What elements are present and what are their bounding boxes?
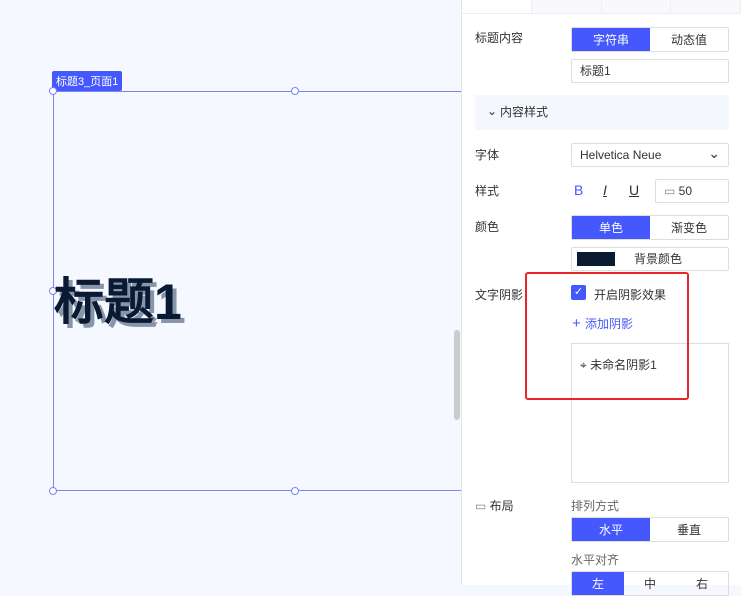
- align-label: 水平对齐: [571, 553, 620, 567]
- bg-color-picker[interactable]: 背景颜色: [571, 247, 729, 271]
- title-text[interactable]: 标题1: [54, 262, 182, 334]
- bold-button[interactable]: B: [574, 182, 583, 198]
- solid-option[interactable]: 单色: [572, 216, 650, 239]
- dynamic-option[interactable]: 动态值: [650, 28, 728, 51]
- align-right[interactable]: 右: [676, 572, 728, 595]
- align-toggle: 左 中 右: [571, 571, 729, 596]
- content-type-toggle: 字符串 动态值: [571, 27, 729, 52]
- color-label: 颜色: [475, 220, 500, 234]
- content-style-section[interactable]: ⌄ 内容样式: [475, 95, 729, 130]
- font-label: 字体: [475, 148, 500, 162]
- title-content-label: 标题内容: [475, 31, 524, 45]
- resize-handle[interactable]: [291, 487, 299, 495]
- font-value: Helvetica Neue: [580, 148, 662, 162]
- color-type-toggle: 单色 渐变色: [571, 215, 729, 240]
- bg-color-label: 背景颜色: [634, 252, 683, 266]
- align-left[interactable]: 左: [572, 572, 624, 595]
- chevron-down-icon: ⌄: [487, 104, 498, 118]
- tab[interactable]: [462, 0, 532, 13]
- font-select[interactable]: Helvetica Neue ⌄: [571, 143, 729, 167]
- monitor-icon: ▭: [475, 499, 490, 513]
- panel-tabs: [462, 0, 741, 14]
- vertical-option[interactable]: 垂直: [650, 518, 728, 541]
- shadow-label: 文字阴影: [475, 288, 524, 302]
- font-size-input[interactable]: ▭ 50: [655, 179, 729, 203]
- underline-button[interactable]: U: [629, 182, 639, 198]
- title-input[interactable]: 标题1: [571, 59, 729, 83]
- tab[interactable]: [671, 0, 741, 13]
- chevron-down-icon: ⌄: [708, 145, 720, 161]
- resize-handle[interactable]: [49, 487, 57, 495]
- section-title: 内容样式: [500, 105, 549, 119]
- scrollbar[interactable]: [454, 330, 460, 420]
- color-swatch: [577, 252, 615, 266]
- string-option[interactable]: 字符串: [572, 28, 650, 51]
- resize-handle[interactable]: [291, 87, 299, 95]
- layout-label: ▭ 布局: [475, 497, 514, 514]
- arrange-label: 排列方式: [571, 499, 620, 513]
- horizontal-option[interactable]: 水平: [572, 518, 650, 541]
- canvas: 标题3_页面1 标题1: [0, 0, 473, 585]
- resize-handle[interactable]: [49, 87, 57, 95]
- tab[interactable]: [531, 0, 602, 13]
- highlight-box: [525, 272, 689, 400]
- font-size-value: 50: [678, 184, 693, 198]
- component-tag[interactable]: 标题3_页面1: [52, 71, 123, 91]
- italic-button[interactable]: I: [603, 182, 607, 198]
- monitor-icon: ▭: [664, 184, 679, 198]
- arrange-toggle: 水平 垂直: [571, 517, 729, 542]
- gradient-option[interactable]: 渐变色: [650, 216, 728, 239]
- tab[interactable]: [601, 0, 672, 13]
- layout-label-text: 布局: [489, 499, 514, 513]
- align-center[interactable]: 中: [624, 572, 676, 595]
- style-label: 样式: [475, 184, 500, 198]
